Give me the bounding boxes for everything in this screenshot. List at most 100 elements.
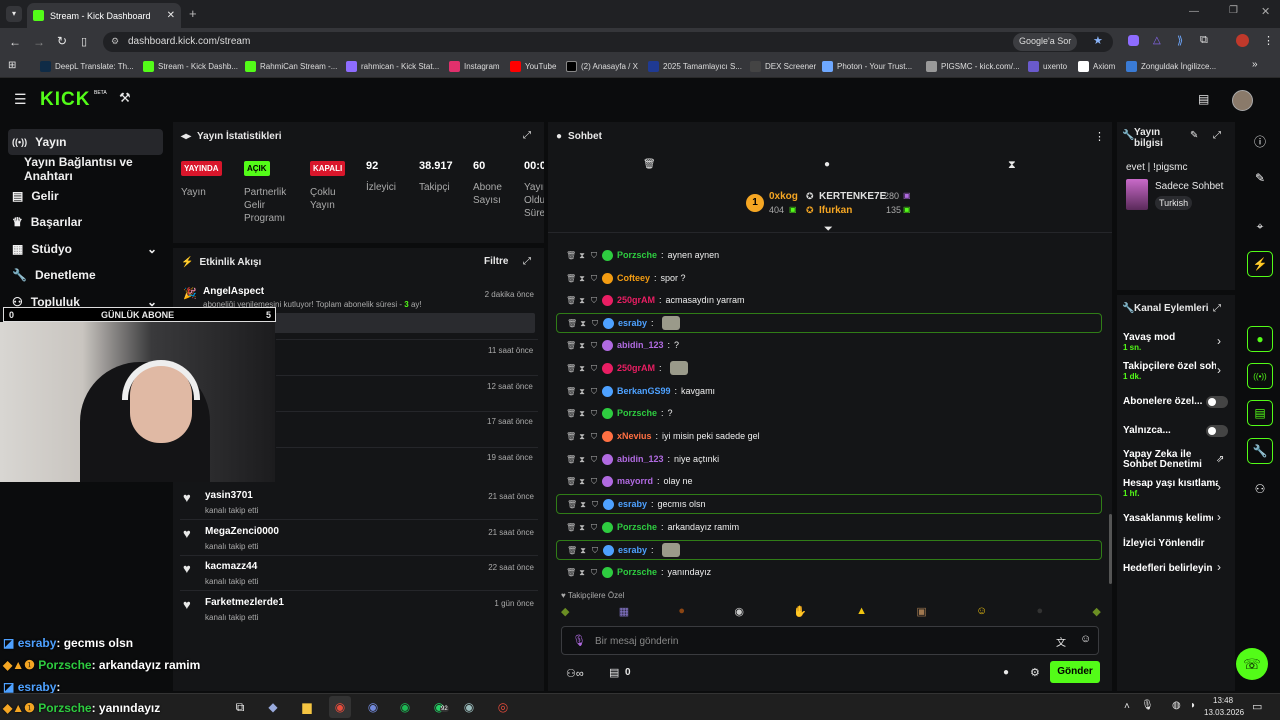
delete-icon[interactable]: 🗑 [566,274,576,283]
wallet-icon[interactable]: ▤ [1198,92,1209,106]
hamburger-menu-icon[interactable]: ☰ [14,91,27,108]
emote-icon[interactable]: ▲ [856,605,867,621]
hammer-icon[interactable]: ⚒ [119,90,131,106]
bookmark-item[interactable]: 2025 Tamamlayıcı S... [648,61,742,72]
delete-icon[interactable]: 🗑 [566,523,576,532]
edit-pencil-icon[interactable]: ✎ [1247,165,1273,191]
collapse-icon[interactable]: ⏷ [824,223,833,236]
send-button[interactable]: Gönder [1050,661,1100,683]
ban-shield-icon[interactable]: ⛉ [591,500,599,509]
emote-icon[interactable]: ▦ [619,605,629,621]
sidebar-icon[interactable]: ▯ [81,35,87,48]
ban-shield-icon[interactable]: ⛉ [590,251,598,260]
whatsapp-icon[interactable]: ◉ 92 [428,696,450,718]
trash-icon[interactable]: 🗑 [643,159,656,170]
bookmark-star-icon[interactable]: ★ [1093,34,1103,47]
action-account-age[interactable]: Hesap yaşı kısıtlama 1 hf. [1123,478,1218,498]
emote-icon[interactable]: ▣ [916,605,926,621]
delete-icon[interactable]: 🗑 [566,251,576,260]
sidebar-item-studyo[interactable]: ▦ Stüdyo ⌄ [8,236,163,262]
delete-icon[interactable]: 🗑 [566,477,576,486]
timeout-hourglass-icon[interactable]: ⧗ [578,274,586,283]
bookmark-item[interactable]: YouTube [510,61,556,72]
chat-username[interactable]: abidin_123 [617,454,664,464]
new-tab-button[interactable]: + [189,6,197,21]
tray-chevron-icon[interactable]: ˄ [1124,701,1130,712]
bookmark-item[interactable]: DeepL Translate: Th... [40,61,134,72]
bookmark-item[interactable]: RahmiCan Stream -... [245,61,337,72]
spotify-icon[interactable]: ◉ [394,696,416,718]
lightning-icon[interactable]: ⚡ [1247,251,1273,277]
chevron-right-icon[interactable]: › [1217,334,1221,348]
timeout-hourglass-icon[interactable]: ⧗ [578,341,586,350]
delete-icon[interactable]: 🗑 [566,432,576,441]
bookmark-item[interactable]: PIGSMC - kick.com/... [926,61,1020,72]
sidebar-item-stream-key[interactable]: Yayın Bağlantısı ve Anahtarı [8,155,176,183]
chevron-right-icon[interactable]: › [1217,363,1221,377]
maximize-icon[interactable]: ❐ [1229,5,1238,16]
ban-shield-icon[interactable]: ⛉ [590,523,598,532]
extension-icon[interactable]: △ [1153,35,1161,46]
chat-username[interactable]: esraby [618,499,647,509]
stats-icon[interactable]: ▤ [1247,400,1273,426]
chat-bubble-icon[interactable]: ● [824,159,830,170]
chat-username[interactable]: Porzsche [617,408,657,418]
timeout-hourglass-icon[interactable]: ⧗ [578,455,586,464]
delete-icon[interactable]: 🗑 [567,319,577,328]
emote-icon[interactable]: ✋ [793,605,807,621]
sidebar-item-denetleme[interactable]: 🔧 Denetleme [8,262,163,288]
chrome-icon[interactable]: ◉ [329,696,351,718]
translate-icon[interactable]: 文 [1056,634,1066,649]
bookmark-item[interactable]: Axiom [1078,61,1115,72]
ban-shield-icon[interactable]: ⛉ [590,296,598,305]
info-icon[interactable]: ⓘ [1247,128,1273,154]
tab-list-button[interactable]: ▾ [6,6,22,22]
settings-gear-icon[interactable]: ⚙ [1030,666,1040,679]
expand-icon[interactable]: ⤢ [523,256,531,267]
ban-shield-icon[interactable]: ⛉ [591,319,599,328]
microphone-icon[interactable]: 🎙 [1141,700,1154,711]
chat-bubble-icon[interactable]: ● [1003,667,1009,678]
people-icon[interactable]: ⚇∞ [566,667,584,680]
emote-icon[interactable]: ◆ [561,605,569,621]
ban-shield-icon[interactable]: ⛉ [590,387,598,396]
timeout-hourglass-icon[interactable]: ⧗ [578,568,586,577]
close-window-icon[interactable]: ✕ [1261,5,1270,18]
menu-dots-icon[interactable]: ⋮ [1263,34,1274,47]
chat-scrollbar[interactable] [1109,514,1112,584]
emote-icon[interactable]: ◆ [1092,605,1100,621]
minimize-icon[interactable]: — [1189,6,1199,17]
steam-icon[interactable]: ◉ [458,696,480,718]
emote-icon[interactable]: ☺ [976,605,987,621]
action-raid[interactable]: İzleyici Yönlendir [1123,538,1233,549]
delete-icon[interactable]: 🗑 [566,455,576,464]
ban-shield-icon[interactable]: ⛉ [590,341,598,350]
ban-shield-icon[interactable]: ⛉ [590,409,598,418]
ban-shield-icon[interactable]: ⛉ [590,432,598,441]
timeout-hourglass-icon[interactable]: ⧗ [578,477,586,486]
chat-username[interactable]: BerkanGS99 [617,386,671,396]
only-toggle[interactable] [1206,425,1228,437]
action-ai-moderation[interactable]: Yapay Zeka ile Sohbet Denetimi [1123,450,1203,470]
network-icon[interactable]: ◍ [1172,700,1181,711]
bookmark-item[interactable]: Photon - Your Trust... [822,61,912,72]
chevron-right-icon[interactable]: › [1217,480,1221,494]
emoji-icon[interactable]: ☺ [1080,633,1091,645]
profile-avatar[interactable] [1236,34,1249,47]
emote-icon[interactable]: ● [678,605,685,621]
bookmark-item[interactable]: Stream - Kick Dashb... [143,61,238,72]
chat-username[interactable]: Porzsche [617,250,657,260]
ban-shield-icon[interactable]: ⛉ [590,568,598,577]
delete-icon[interactable]: 🗑 [566,409,576,418]
extension-icon[interactable] [1128,35,1139,46]
extension-icon[interactable]: ⟫ [1177,34,1183,47]
ban-shield-icon[interactable]: ⛉ [590,364,598,373]
more-bookmarks-icon[interactable]: » [1252,59,1258,70]
sidebar-item-yayin[interactable]: ((•)) Yayın [8,129,163,155]
delete-icon[interactable]: 🗑 [566,296,576,305]
chat-username[interactable]: 250grAM [617,295,655,305]
reload-icon[interactable]: ↻ [57,34,67,48]
expand-icon[interactable]: ⤢ [1213,303,1221,314]
chat-username[interactable]: 250grAM [617,363,655,373]
site-info-icon[interactable]: ⚙ [111,36,119,47]
